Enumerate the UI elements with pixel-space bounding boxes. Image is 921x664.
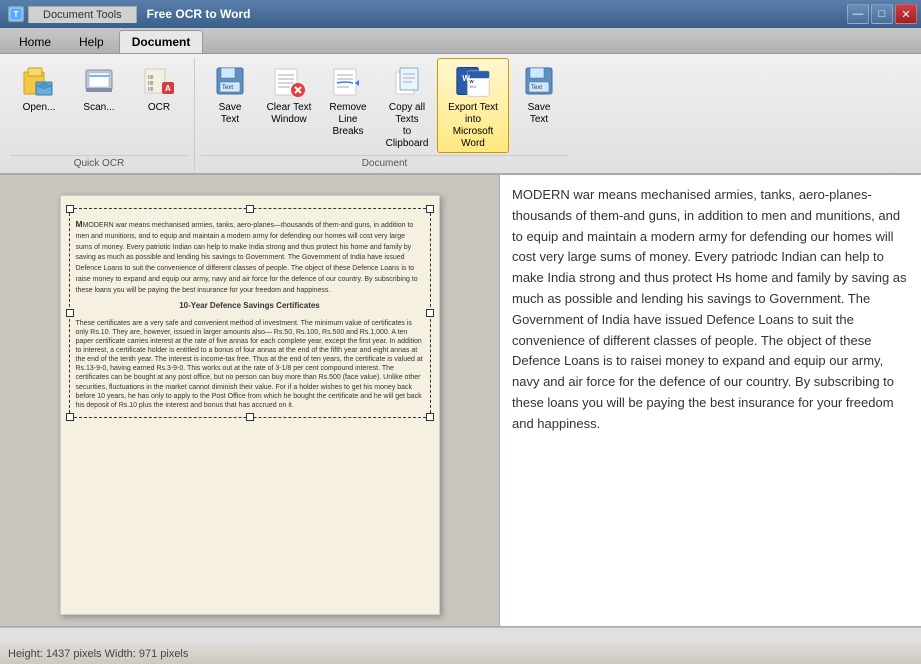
handle-bm[interactable]: [246, 413, 254, 421]
main-content: MMODERN war means mechanised armies, tan…: [0, 175, 921, 626]
svg-text:W: W: [469, 79, 474, 84]
window-controls: — □ ✕: [847, 4, 917, 24]
document-tools-label: Document Tools: [28, 6, 137, 23]
extracted-text-panel[interactable]: MODERN war means mechanised armies, tank…: [500, 175, 921, 626]
copy-all-icon: [389, 63, 425, 99]
svg-text:W: W: [462, 74, 470, 83]
document-group-label: Document: [201, 155, 568, 169]
quick-ocr-label: Quick OCR: [10, 155, 188, 169]
ribbon-toolbar: Open... Scan...: [0, 54, 921, 175]
document-group: Text SaveText: [195, 58, 574, 171]
extracted-text: MODERN war means mechanised armies, tank…: [512, 185, 909, 435]
svg-text:T: T: [14, 10, 19, 19]
svg-text:Text: Text: [469, 85, 476, 89]
scan-label: Scan...: [83, 102, 114, 114]
minimize-button[interactable]: —: [847, 4, 869, 24]
tab-document[interactable]: Document: [119, 30, 204, 53]
remove-breaks-icon: [330, 63, 366, 99]
handle-ml[interactable]: [66, 309, 74, 317]
scan-icon: [81, 63, 117, 99]
open-icon: [21, 63, 57, 99]
open-button[interactable]: Open...: [10, 58, 68, 126]
svg-text:A: A: [165, 84, 171, 93]
maximize-button[interactable]: □: [871, 4, 893, 24]
handle-tm[interactable]: [246, 205, 254, 213]
handle-br[interactable]: [426, 413, 434, 421]
tab-help[interactable]: Help: [66, 30, 117, 53]
document-image-panel[interactable]: MMODERN war means mechanised armies, tan…: [0, 175, 500, 626]
export-word-label: Export Text intoMicrosoft Word: [440, 102, 506, 150]
quick-ocr-buttons: Open... Scan...: [10, 58, 188, 153]
handle-tr[interactable]: [426, 205, 434, 213]
title-bar: T Document Tools Free OCR to Word — □ ✕: [0, 0, 921, 28]
tab-home[interactable]: Home: [6, 30, 64, 53]
horizontal-scrollbar[interactable]: [0, 626, 921, 642]
clear-text-icon: [271, 63, 307, 99]
status-text: Height: 1437 pixels Width: 971 pixels: [8, 648, 188, 660]
handle-bl[interactable]: [66, 413, 74, 421]
status-bar: Height: 1437 pixels Width: 971 pixels: [0, 642, 921, 664]
save-text-icon: Text: [212, 63, 248, 99]
document-buttons: Text SaveText: [201, 58, 568, 153]
handle-tl[interactable]: [66, 205, 74, 213]
selection-box: [69, 208, 431, 418]
save-text2-label: SaveText: [528, 102, 551, 126]
export-word-button[interactable]: W W Text Export Text intoMicrosoft Word: [437, 58, 509, 153]
ocr-label: OCR: [148, 102, 170, 114]
ribbon-tabs: Home Help Document: [0, 28, 921, 54]
copy-all-label: Copy all Textsto Clipboard: [381, 102, 433, 150]
handle-mr[interactable]: [426, 309, 434, 317]
export-word-icon: W W Text: [455, 63, 491, 99]
ocr-icon: IIII IIII IIII A: [141, 63, 177, 99]
h-scrollbar-track[interactable]: [0, 627, 921, 643]
save-text-button[interactable]: Text SaveText: [201, 58, 259, 129]
clear-text-label: Clear TextWindow: [267, 102, 312, 126]
scan-button[interactable]: Scan...: [70, 58, 128, 126]
window-title: Free OCR to Word: [147, 7, 251, 21]
svg-text:Text: Text: [531, 85, 542, 91]
copy-all-button[interactable]: Copy all Textsto Clipboard: [378, 58, 436, 153]
svg-text:IIII: IIII: [148, 87, 154, 93]
close-button[interactable]: ✕: [895, 4, 917, 24]
document-page: MMODERN war means mechanised armies, tan…: [60, 195, 440, 615]
app-icon: T: [8, 6, 24, 22]
save-text2-button[interactable]: Text SaveText: [510, 58, 568, 129]
ocr-button[interactable]: IIII IIII IIII A OCR: [130, 58, 188, 126]
quick-ocr-group: Open... Scan...: [4, 58, 195, 171]
remove-breaks-label: Remove LineBreaks: [322, 102, 374, 138]
clear-text-button[interactable]: Clear TextWindow: [260, 58, 318, 129]
save-text-label: SaveText: [219, 102, 242, 126]
remove-breaks-button[interactable]: Remove LineBreaks: [319, 58, 377, 141]
open-label: Open...: [23, 102, 56, 114]
svg-text:Text: Text: [222, 85, 233, 91]
save-text2-icon: Text: [521, 63, 557, 99]
